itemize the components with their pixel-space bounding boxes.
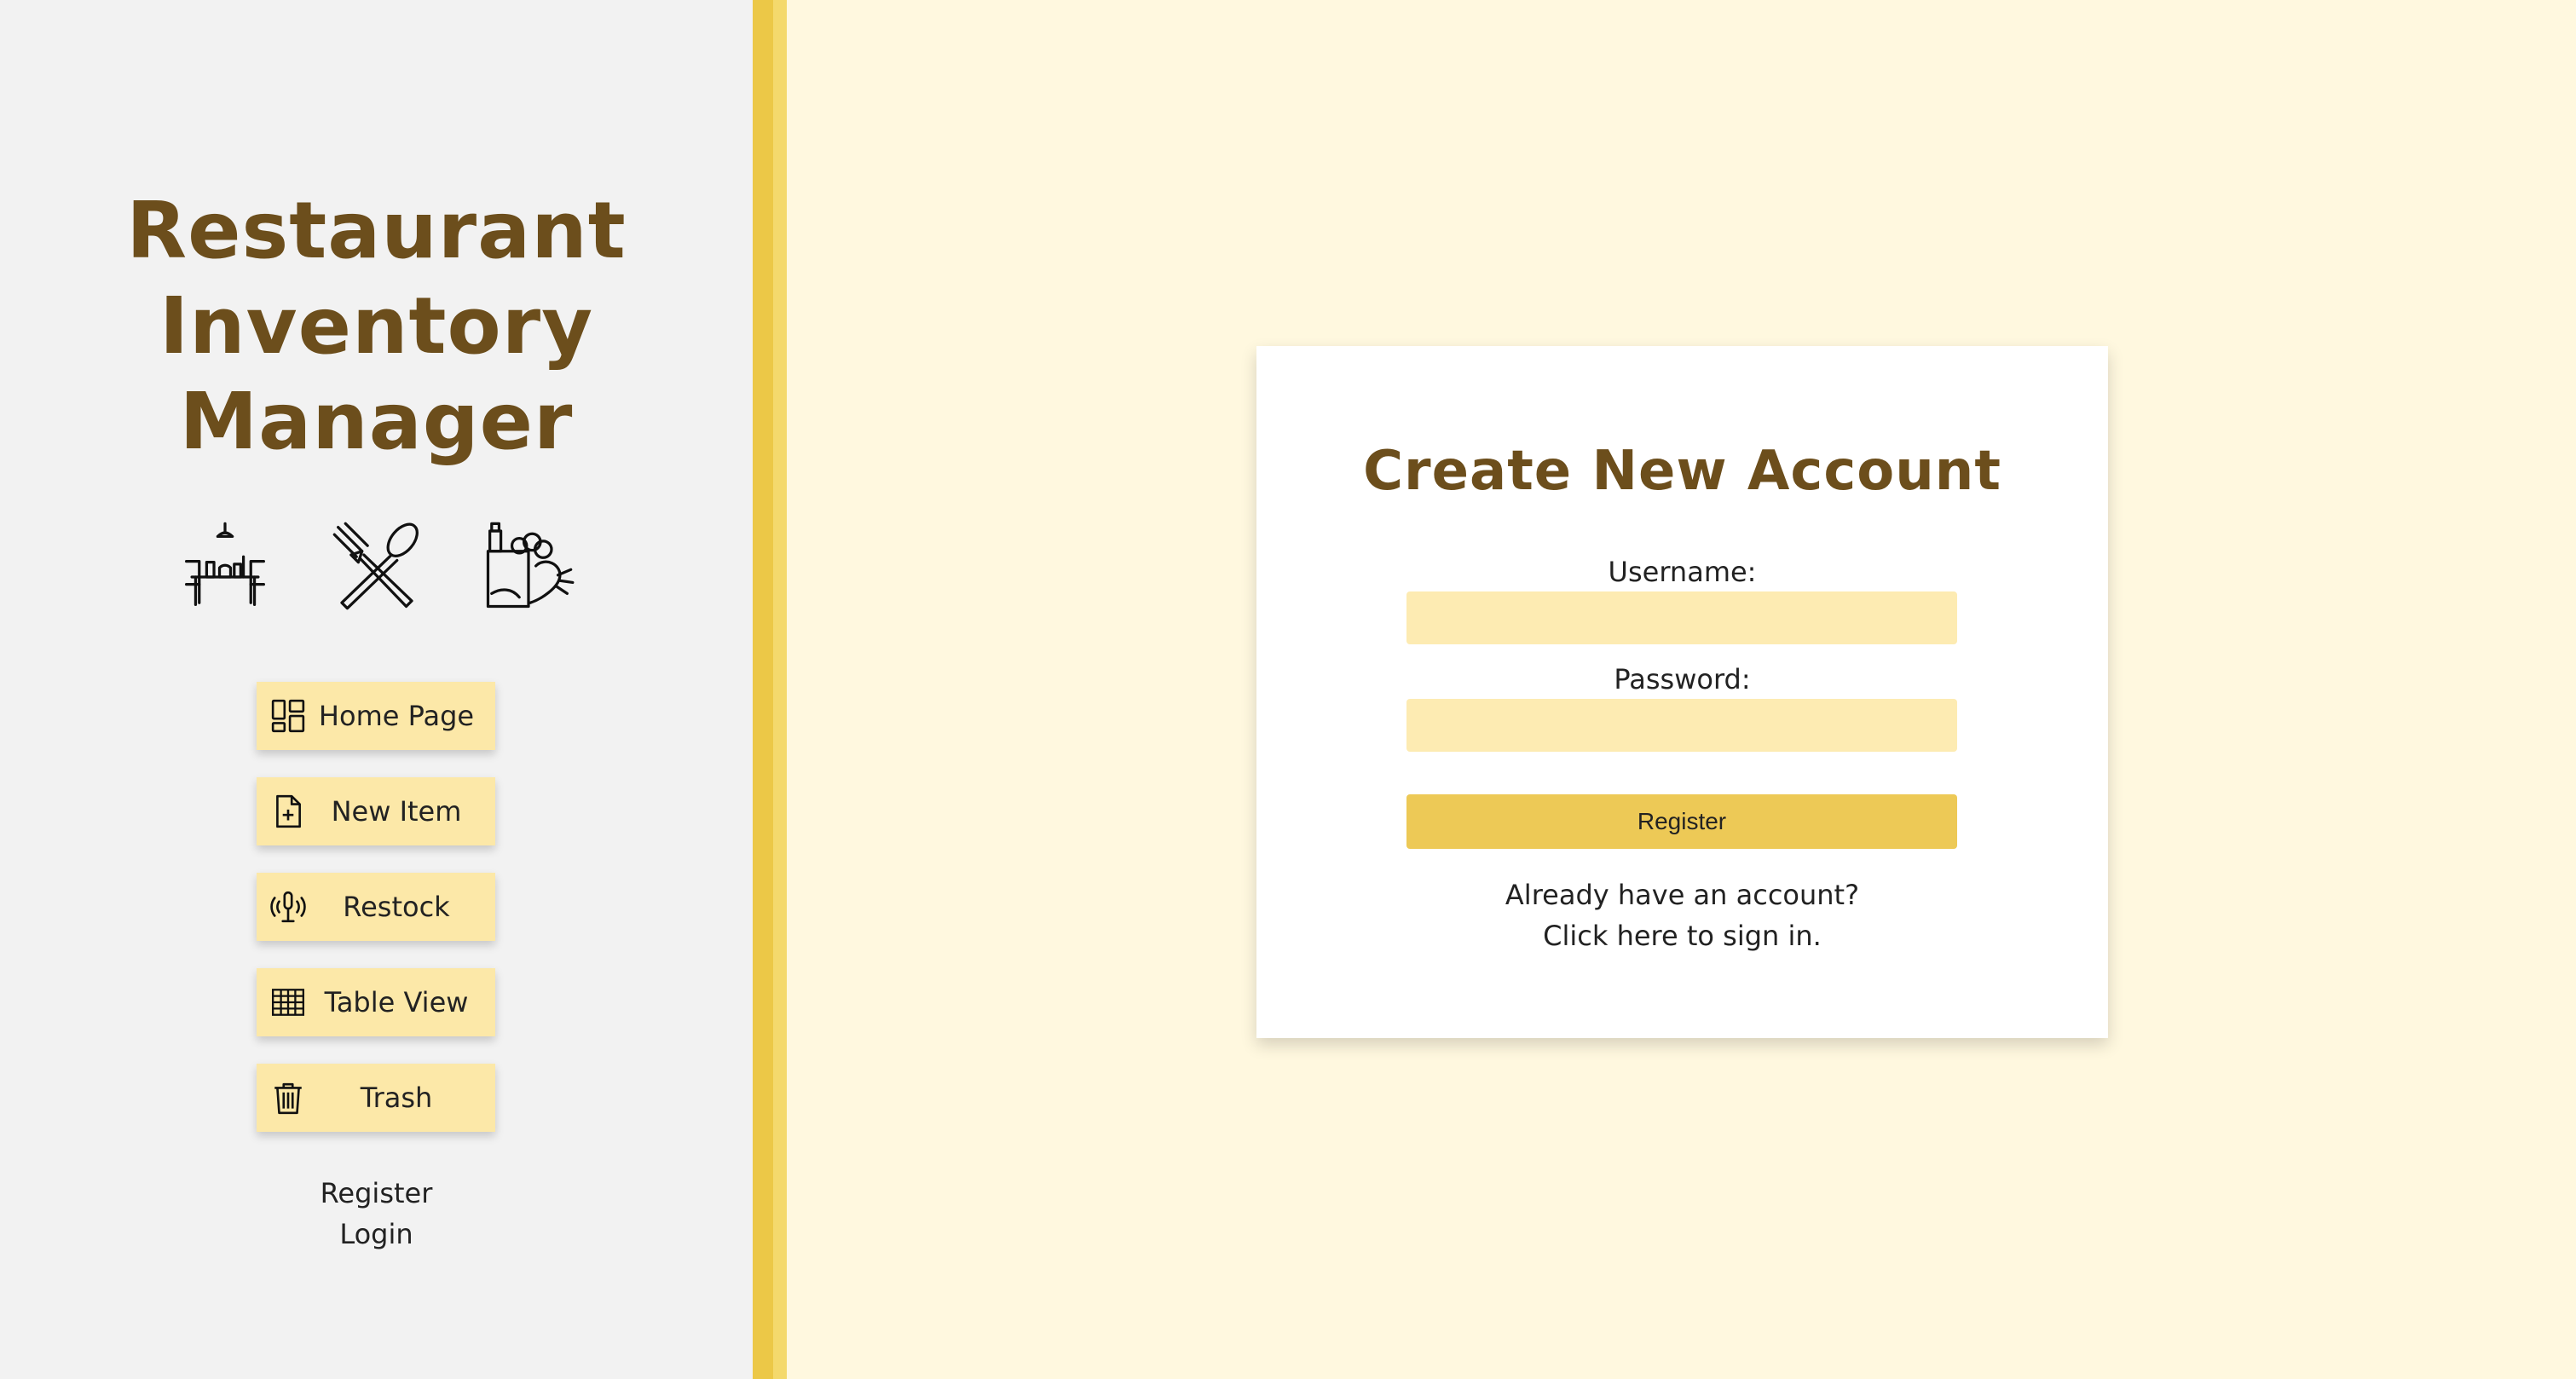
app-root: Restaurant Inventory Manager Home Page N… [0, 0, 2576, 1379]
signin-prompt-text: Already have an account? [1505, 879, 1860, 911]
nav-home-page-label: Home Page [318, 700, 475, 732]
password-label: Password: [1614, 663, 1751, 695]
password-input[interactable] [1406, 699, 1957, 752]
nav-trash-label: Trash [360, 1082, 433, 1114]
sidebar: Restaurant Inventory Manager Home Page N… [0, 0, 753, 1379]
file-plus-icon [276, 794, 301, 828]
username-label: Username: [1608, 556, 1757, 588]
signin-prompt: Already have an account? Click here to s… [1256, 874, 2108, 956]
register-card: Create New Account Username: Password: R… [1256, 346, 2108, 1038]
app-title-line-1: Restaurant [126, 185, 627, 276]
register-submit-button[interactable]: Register [1406, 794, 1957, 849]
app-title: Restaurant Inventory Manager [0, 183, 753, 470]
restock-signal-icon [270, 891, 306, 923]
nav-new-item-label: New Item [331, 795, 462, 828]
trash-icon [274, 1082, 302, 1115]
signin-link[interactable]: Click here to sign in. [1256, 915, 2108, 956]
register-card-title: Create New Account [1363, 440, 2001, 503]
nav-table-view-label: Table View [324, 986, 469, 1018]
nav-new-item-button[interactable]: New Item [257, 777, 495, 845]
sidebar-divider [753, 0, 787, 1379]
nav-trash-button[interactable]: Trash [257, 1064, 495, 1132]
table-grid-icon [271, 989, 305, 1016]
nav-restock-button[interactable]: Restock [257, 873, 495, 941]
app-title-line-3: Manager [179, 376, 574, 467]
groceries-icon [486, 522, 574, 609]
sidebar-login-link[interactable]: Login [292, 1214, 462, 1255]
nav-restock-label: Restock [343, 891, 450, 923]
dashboard-icon [271, 699, 305, 733]
username-input[interactable] [1406, 591, 1957, 644]
sidebar-nav: Home Page New Item Restock Table View Tr… [257, 682, 495, 1159]
nav-table-view-button[interactable]: Table View [257, 968, 495, 1036]
app-title-line-2: Inventory [159, 280, 594, 372]
hero-icons [0, 520, 753, 612]
dining-table-icon [184, 522, 265, 606]
fork-spoon-icon [332, 522, 419, 610]
sidebar-register-link[interactable]: Register [292, 1173, 462, 1214]
sidebar-auth-links: Register Login [0, 1173, 753, 1255]
nav-home-page-button[interactable]: Home Page [257, 682, 495, 750]
